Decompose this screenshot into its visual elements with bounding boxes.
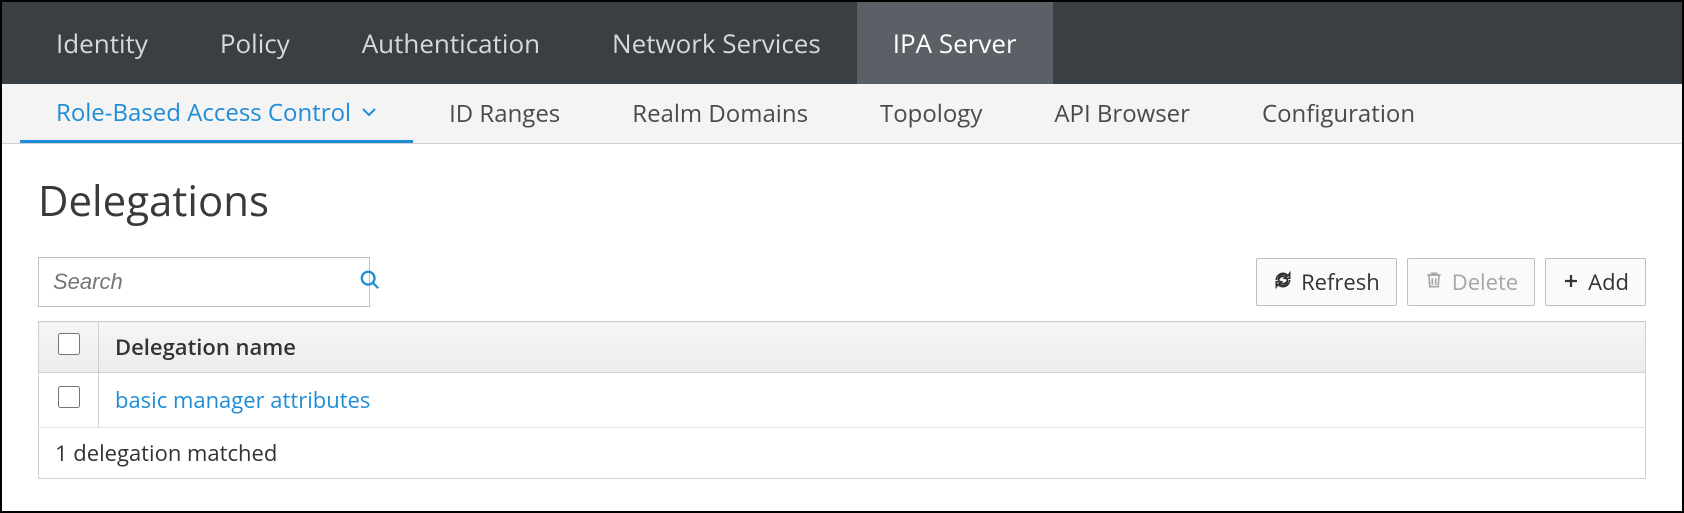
row-select-cell: [39, 373, 99, 428]
content-area: Delegations Refresh Delete: [2, 144, 1682, 479]
topnav-item-authentication[interactable]: Authentication: [326, 2, 576, 84]
refresh-icon: [1273, 267, 1293, 297]
nav-label: IPA Server: [893, 25, 1017, 61]
row-checkbox[interactable]: [58, 386, 80, 408]
button-label: Add: [1588, 267, 1629, 297]
subnav-item-rbac[interactable]: Role-Based Access Control: [20, 84, 413, 143]
subnav-label: Realm Domains: [632, 97, 808, 130]
subnav-item-topology[interactable]: Topology: [844, 84, 1018, 143]
topnav-item-policy[interactable]: Policy: [184, 2, 326, 84]
refresh-button[interactable]: Refresh: [1256, 258, 1397, 306]
delegation-link[interactable]: basic manager attributes: [115, 385, 370, 415]
topnav-item-ipa-server[interactable]: IPA Server: [857, 2, 1053, 84]
subnav-item-configuration[interactable]: Configuration: [1226, 84, 1451, 143]
subnav-label: ID Ranges: [449, 97, 560, 130]
plus-icon: [1562, 267, 1580, 297]
topnav-item-network-services[interactable]: Network Services: [576, 2, 857, 84]
table-footer-row: 1 delegation matched: [39, 428, 1646, 479]
delegations-table: Delegation name basic manager attributes…: [38, 321, 1646, 479]
nav-label: Policy: [220, 25, 290, 61]
table-summary: 1 delegation matched: [39, 428, 1646, 479]
page-title: Delegations: [38, 172, 1646, 229]
select-all-checkbox[interactable]: [58, 333, 80, 355]
search-icon: [359, 269, 381, 296]
sub-nav: Role-Based Access Control ID Ranges Real…: [2, 84, 1682, 144]
subnav-item-realm-domains[interactable]: Realm Domains: [596, 84, 844, 143]
toolbar: Refresh Delete Add: [38, 257, 1646, 307]
table-row: basic manager attributes: [39, 373, 1646, 428]
table-header-row: Delegation name: [39, 322, 1646, 373]
action-buttons: Refresh Delete Add: [1256, 258, 1646, 306]
search-input[interactable]: [39, 269, 359, 295]
nav-label: Authentication: [362, 25, 540, 61]
nav-label: Network Services: [612, 25, 821, 61]
subnav-label: API Browser: [1054, 97, 1190, 130]
subnav-label: Topology: [880, 97, 982, 130]
search-box: [38, 257, 370, 307]
subnav-label: Configuration: [1262, 97, 1415, 130]
search-button[interactable]: [359, 269, 381, 296]
trash-icon: [1424, 267, 1444, 297]
add-button[interactable]: Add: [1545, 258, 1646, 306]
chevron-down-icon: [361, 104, 377, 120]
column-header-delegation-name[interactable]: Delegation name: [99, 322, 1646, 373]
top-nav: Identity Policy Authentication Network S…: [2, 2, 1682, 84]
delete-button[interactable]: Delete: [1407, 258, 1535, 306]
button-label: Delete: [1452, 267, 1518, 297]
topnav-item-identity[interactable]: Identity: [20, 2, 184, 84]
subnav-item-api-browser[interactable]: API Browser: [1018, 84, 1226, 143]
nav-label: Identity: [56, 25, 148, 61]
subnav-item-id-ranges[interactable]: ID Ranges: [413, 84, 596, 143]
select-all-cell: [39, 322, 99, 373]
subnav-label: Role-Based Access Control: [56, 96, 351, 129]
row-name-cell: basic manager attributes: [99, 373, 1646, 428]
button-label: Refresh: [1301, 267, 1380, 297]
